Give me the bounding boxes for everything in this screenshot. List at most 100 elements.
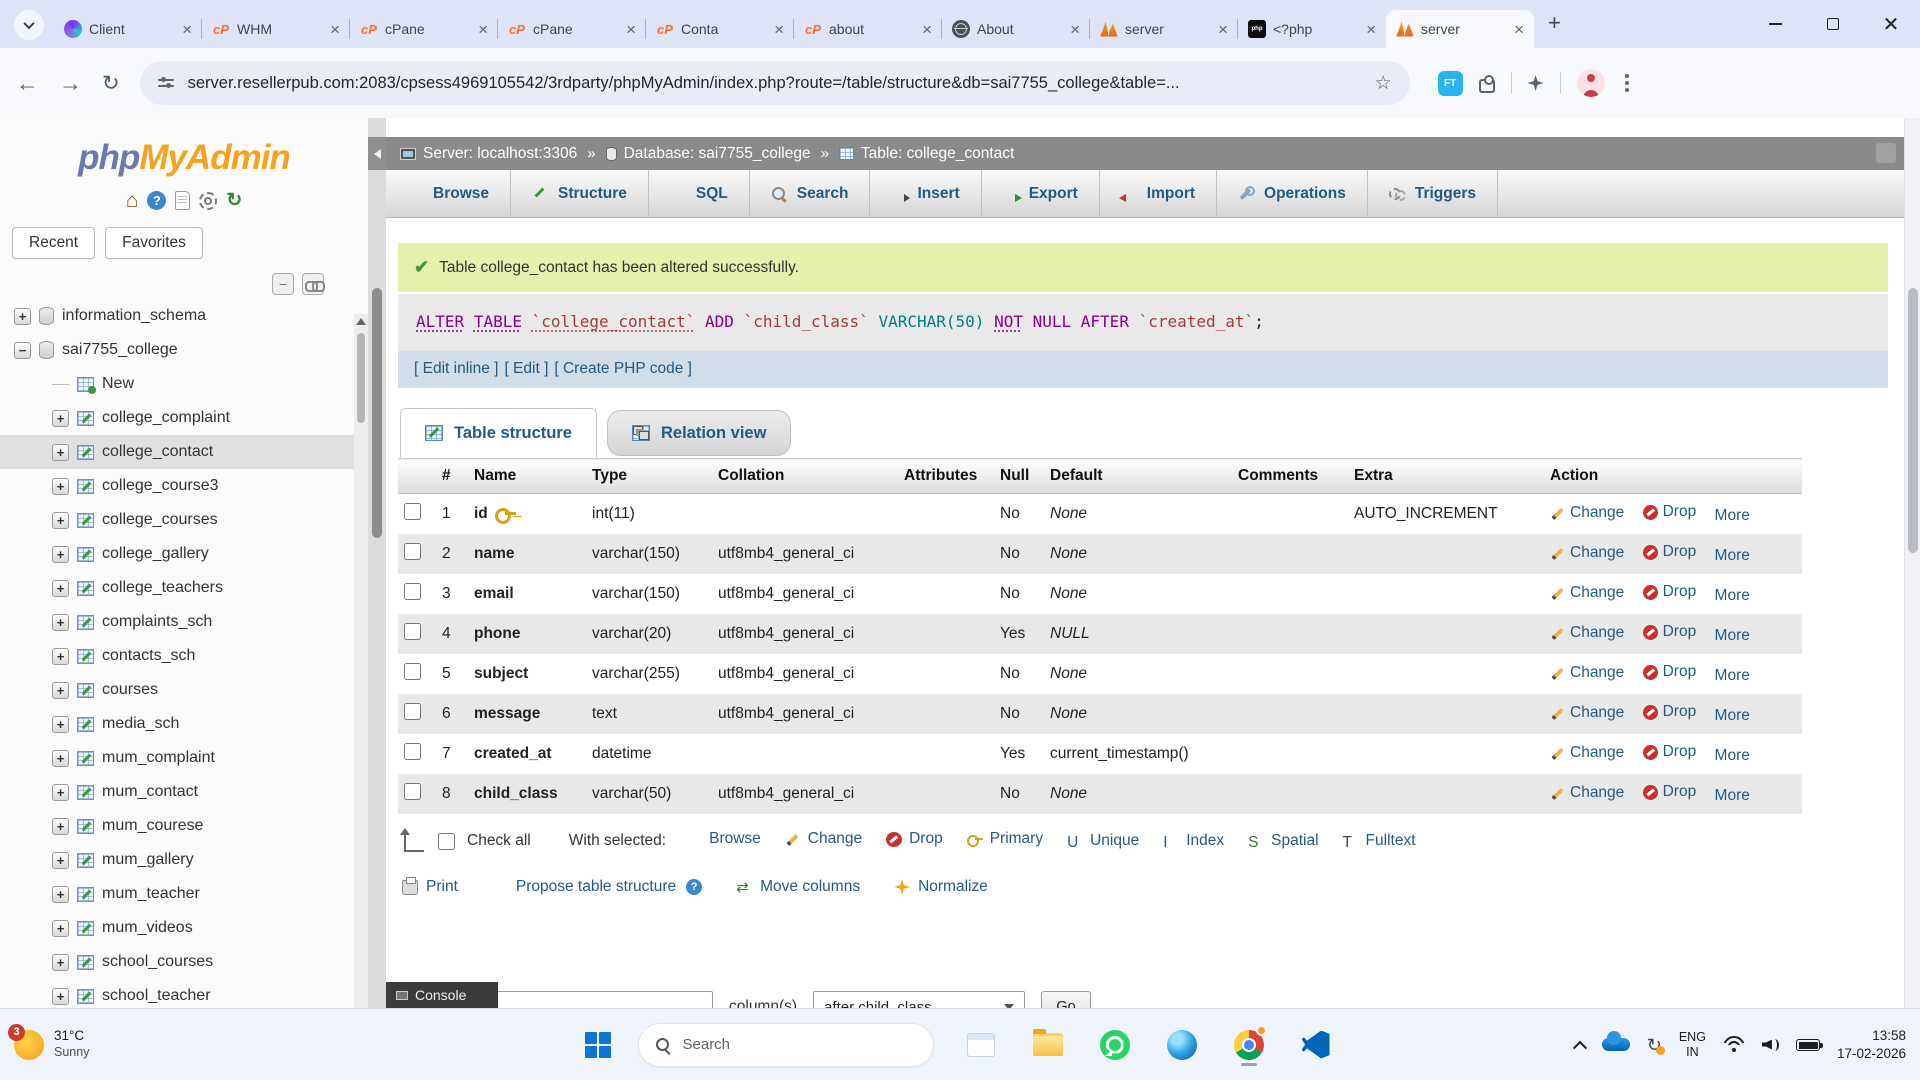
scroll-up-icon[interactable]: [356, 318, 366, 325]
breadcrumb-table-label[interactable]: Table: college_contact: [861, 145, 1014, 163]
browser-tab[interactable]: Conta ×: [646, 10, 794, 48]
query-edit-link[interactable]: [ Create PHP code ]: [554, 360, 692, 378]
with-selected-action[interactable]: Browse: [686, 830, 761, 848]
tree-expander-icon[interactable]: [52, 444, 69, 461]
volume-icon[interactable]: [1762, 1037, 1779, 1053]
tab-close-icon[interactable]: ×: [624, 21, 638, 38]
breadcrumb-database[interactable]: Database: sai7755_college: [606, 145, 811, 163]
minimize-button[interactable]: [1746, 0, 1804, 48]
tool-label[interactable]: Print: [426, 878, 458, 896]
more-link[interactable]: More: [1715, 547, 1750, 565]
tree-node[interactable]: mum_videos: [0, 911, 368, 945]
page-scrollbar[interactable]: [1904, 118, 1920, 1008]
action-label[interactable]: Drop: [909, 830, 943, 848]
column-header[interactable]: Attributes: [898, 459, 994, 494]
nav-tab[interactable]: Structure: [511, 170, 649, 217]
action-label[interactable]: Fulltext: [1366, 832, 1416, 850]
tree-node-icon[interactable]: [77, 513, 94, 528]
tab-close-icon[interactable]: ×: [920, 21, 934, 38]
tree-node[interactable]: college_courses: [0, 503, 368, 537]
nav-tab-label[interactable]: Insert: [917, 185, 959, 203]
tab-close-icon[interactable]: ×: [1364, 21, 1378, 38]
browser-tab[interactable]: about ×: [794, 10, 942, 48]
breadcrumb-server[interactable]: Server: localhost:3306: [400, 145, 577, 163]
column-header[interactable]: #: [436, 459, 468, 494]
breadcrumb-database-label[interactable]: Database: sai7755_college: [624, 145, 811, 163]
tree-node-icon[interactable]: [77, 785, 94, 800]
change-link[interactable]: Change: [1550, 704, 1624, 722]
taskbar-app-icon[interactable]: [1167, 1030, 1197, 1060]
home-icon[interactable]: ⌂: [126, 190, 139, 211]
column-header[interactable]: Action: [1544, 459, 1802, 494]
extensions-puzzle-icon[interactable]: [1479, 79, 1495, 93]
nav-tab-label[interactable]: Search: [797, 185, 849, 203]
taskbar-clock[interactable]: 13:58 17-02-2026: [1837, 1027, 1906, 1062]
change-link[interactable]: Change: [1550, 744, 1624, 762]
browser-tab[interactable]: About ×: [942, 10, 1090, 48]
row-checkbox[interactable]: [404, 583, 421, 600]
divider-scrollbar-thumb[interactable]: [372, 288, 382, 538]
tree-node-icon[interactable]: [77, 377, 94, 392]
tree-node-label[interactable]: college_course3: [102, 477, 219, 495]
sidebar-scrollbar[interactable]: [354, 314, 368, 1008]
breadcrumb-table[interactable]: Table: college_contact: [839, 145, 1014, 163]
tree-node-label[interactable]: mum_contact: [102, 783, 198, 801]
change-link[interactable]: Change: [1550, 664, 1624, 682]
row-checkbox[interactable]: [404, 503, 421, 520]
action-label[interactable]: Index: [1186, 832, 1224, 850]
taskbar-app[interactable]: [1095, 1023, 1135, 1067]
tree-node-label[interactable]: school_courses: [102, 953, 213, 971]
change-link[interactable]: Change: [1550, 624, 1624, 642]
tree-expander-icon[interactable]: [52, 716, 69, 733]
tree-node-label[interactable]: college_gallery: [102, 545, 209, 563]
tree-node-icon[interactable]: [77, 581, 94, 596]
drop-link[interactable]: Drop: [1643, 623, 1697, 641]
tree-expander-icon[interactable]: [52, 954, 69, 971]
tree-node[interactable]: courses: [0, 673, 368, 707]
tab-close-icon[interactable]: ×: [328, 21, 342, 38]
browser-tab[interactable]: cPane ×: [350, 10, 498, 48]
nav-tab[interactable]: SQL: [649, 170, 750, 217]
browser-tab[interactable]: WHM ×: [202, 10, 350, 48]
taskbar-app[interactable]: [961, 1023, 1001, 1067]
tree-node[interactable]: school_teacher: [0, 979, 368, 1008]
table-tool-link[interactable]: Normalize: [894, 878, 988, 896]
tab-close-icon[interactable]: ×: [180, 21, 194, 38]
browser-tab[interactable]: <?php ×: [1238, 10, 1386, 48]
table-tool-link[interactable]: Print: [402, 878, 458, 896]
column-header[interactable]: Type: [586, 459, 712, 494]
help-icon[interactable]: ?: [147, 191, 166, 210]
tree-node-label[interactable]: mum_videos: [102, 919, 193, 937]
tree-node[interactable]: college_complaint: [0, 401, 368, 435]
tree-expander-icon[interactable]: [52, 886, 69, 903]
tree-node-icon[interactable]: [39, 341, 54, 359]
site-info-icon[interactable]: [158, 75, 174, 91]
tree-node-label[interactable]: mum_gallery: [102, 851, 194, 869]
tree-node-icon[interactable]: [77, 683, 94, 698]
tree-node[interactable]: information_schema: [0, 299, 368, 333]
more-link[interactable]: More: [1715, 627, 1750, 645]
profile-avatar[interactable]: [1577, 69, 1605, 97]
row-checkbox[interactable]: [404, 743, 421, 760]
settings-gear-icon[interactable]: [199, 192, 217, 210]
collapse-sidebar-button[interactable]: [368, 137, 386, 170]
tab-close-icon[interactable]: ×: [476, 21, 490, 38]
drop-link[interactable]: Drop: [1643, 583, 1697, 601]
column-header[interactable]: Collation: [712, 459, 898, 494]
tree-node-label[interactable]: sai7755_college: [62, 341, 178, 359]
taskbar-app-icon[interactable]: [1100, 1030, 1130, 1060]
tree-expander-icon[interactable]: [14, 342, 31, 359]
console-bar[interactable]: Console: [386, 982, 498, 1008]
nav-tab-label[interactable]: Import: [1147, 185, 1195, 203]
tree-expander-icon[interactable]: [52, 750, 69, 767]
view-tab-label[interactable]: Table structure: [454, 424, 572, 443]
taskbar-app[interactable]: [1162, 1023, 1202, 1067]
more-link[interactable]: More: [1715, 667, 1750, 685]
tree-expander-icon[interactable]: [52, 818, 69, 835]
nav-tab-label[interactable]: Operations: [1264, 185, 1346, 203]
tree-expander-icon[interactable]: [52, 478, 69, 495]
with-selected-action[interactable]: Primary: [967, 830, 1043, 848]
scrollbar-thumb[interactable]: [357, 333, 365, 423]
column-header[interactable]: Null: [994, 459, 1044, 494]
tree-node[interactable]: mum_complaint: [0, 741, 368, 775]
